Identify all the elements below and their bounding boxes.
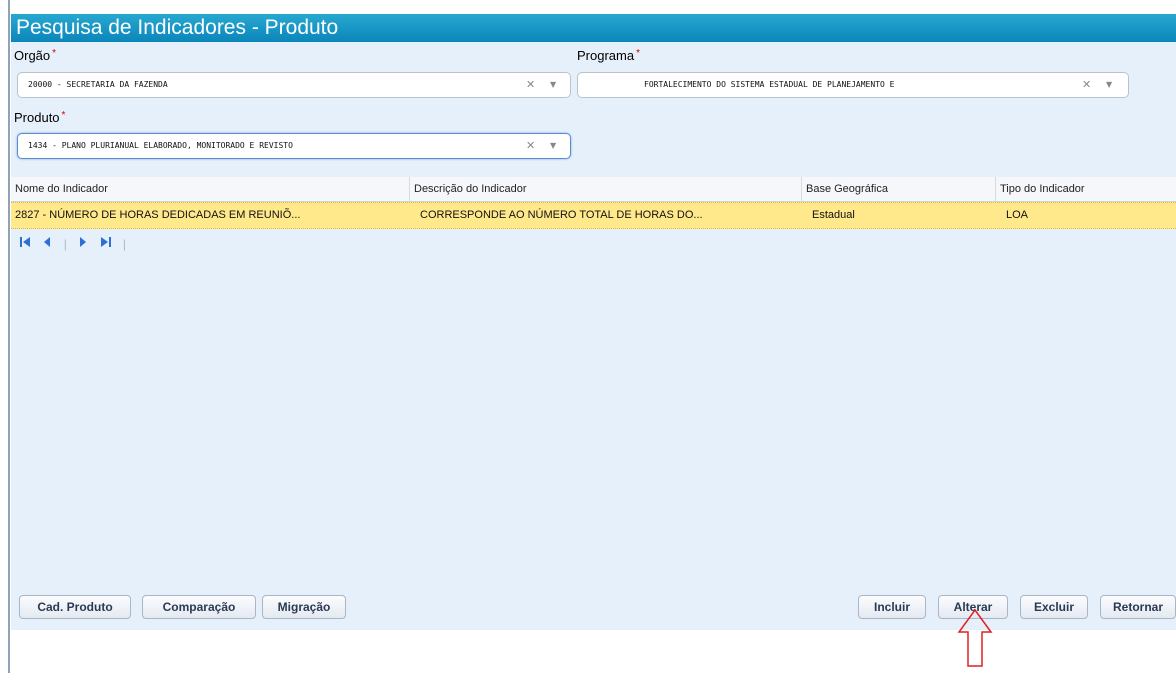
programa-combobox[interactable]: FORTALECIMENTO DO SISTEMA ESTADUAL DE PL…: [577, 72, 1129, 98]
cad-produto-button[interactable]: Cad. Produto: [19, 595, 131, 619]
programa-dropdown-icon[interactable]: ▼: [1106, 73, 1112, 97]
orgao-combobox[interactable]: 20000 - SECRETARIA DA FAZENDA ✕ ▼: [17, 72, 571, 98]
orgao-dropdown-icon[interactable]: ▼: [550, 73, 556, 97]
produto-clear-icon[interactable]: ✕: [526, 134, 535, 158]
column-header-base[interactable]: Base Geográfica: [802, 177, 996, 201]
column-header-tipo[interactable]: Tipo do Indicador: [996, 177, 1176, 201]
table-row[interactable]: 2827 - NÚMERO DE HORAS DEDICADAS EM REUN…: [11, 202, 1176, 229]
orgao-clear-icon[interactable]: ✕: [526, 73, 535, 97]
produto-label: Produto *: [14, 110, 66, 125]
produto-dropdown-icon[interactable]: ▼: [550, 134, 556, 158]
cell-descricao: CORRESPONDE AO NÚMERO TOTAL DE HORAS DO.…: [420, 209, 703, 221]
excluir-button[interactable]: Excluir: [1020, 595, 1088, 619]
orgao-label: Orgão *: [14, 48, 57, 63]
cell-nome: 2827 - NÚMERO DE HORAS DEDICADAS EM REUN…: [15, 209, 301, 221]
last-page-icon[interactable]: [100, 236, 112, 251]
column-header-nome[interactable]: Nome do Indicador: [11, 177, 410, 201]
up-arrow-outline-icon: [957, 608, 993, 668]
column-header-descricao[interactable]: Descrição do Indicador: [410, 177, 802, 201]
programa-clear-icon[interactable]: ✕: [1082, 73, 1091, 97]
cell-tipo: LOA: [1006, 209, 1029, 221]
search-panel: Pesquisa de Indicadores - Produto Orgão *…: [11, 14, 1176, 630]
pager-divider: |: [63, 237, 67, 251]
comparacao-button[interactable]: Comparação: [142, 595, 256, 619]
retornar-button[interactable]: Retornar: [1100, 595, 1176, 619]
orgao-value: 20000 - SECRETARIA DA FAZENDA: [28, 80, 168, 89]
produto-combobox[interactable]: 1434 - PLANO PLURIANUAL ELABORADO, MONIT…: [17, 133, 571, 159]
cell-base: Estadual: [812, 209, 855, 221]
prev-page-icon[interactable]: [42, 236, 52, 251]
produto-value: 1434 - PLANO PLURIANUAL ELABORADO, MONIT…: [28, 141, 293, 150]
grid-header: Nome do Indicador Descrição do Indicador…: [11, 177, 1176, 202]
window-title: Pesquisa de Indicadores - Produto: [11, 14, 1176, 42]
migracao-button[interactable]: Migração: [262, 595, 346, 619]
pager: | |: [19, 236, 134, 252]
first-page-icon[interactable]: [19, 236, 31, 251]
incluir-button[interactable]: Incluir: [858, 595, 926, 619]
pager-divider: |: [122, 237, 126, 251]
next-page-icon[interactable]: [78, 236, 88, 251]
programa-label: Programa *: [577, 48, 640, 63]
programa-value: FORTALECIMENTO DO SISTEMA ESTADUAL DE PL…: [644, 80, 895, 89]
window-left-border: [8, 0, 10, 673]
